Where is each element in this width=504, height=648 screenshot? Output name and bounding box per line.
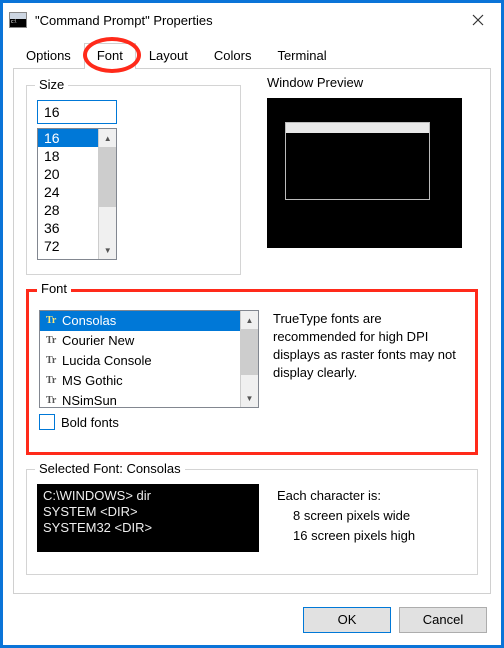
size-option[interactable]: 28 <box>38 201 98 219</box>
truetype-icon: Tr <box>46 352 60 370</box>
scroll-thumb[interactable] <box>99 147 116 207</box>
tab-terminal[interactable]: Terminal <box>264 43 339 68</box>
font-description: TrueType fonts are recommended for high … <box>273 310 465 408</box>
scroll-thumb[interactable] <box>241 329 258 375</box>
font-name: Lucida Console <box>62 352 152 370</box>
size-group-label: Size <box>35 77 68 92</box>
font-name: Consolas <box>62 312 116 330</box>
close-button[interactable] <box>455 3 501 37</box>
scroll-down-icon[interactable]: ▼ <box>241 389 258 407</box>
char-desc-heading: Each character is: <box>277 486 415 506</box>
font-group-label: Font <box>37 281 71 296</box>
size-option[interactable]: 72 <box>38 237 98 255</box>
window-preview-label: Window Preview <box>267 75 478 90</box>
selected-font-group: Selected Font: Consolas C:\WINDOWS> dir … <box>26 469 478 575</box>
tab-layout[interactable]: Layout <box>136 43 201 68</box>
window-frame: "Command Prompt" Properties Options Font… <box>0 0 504 648</box>
font-sample-preview: C:\WINDOWS> dir SYSTEM <DIR> SYSTEM32 <D… <box>37 484 259 552</box>
sample-line: SYSTEM <DIR> <box>43 504 253 520</box>
size-group: Size 16 18 20 24 28 36 72 ▲ <box>26 85 241 275</box>
sample-line: SYSTEM32 <DIR> <box>43 520 253 536</box>
char-width: 8 screen pixels wide <box>277 506 415 526</box>
truetype-icon: Tr <box>46 332 60 350</box>
char-height: 16 screen pixels high <box>277 526 415 546</box>
size-option[interactable]: 24 <box>38 183 98 201</box>
size-option[interactable]: 20 <box>38 165 98 183</box>
tab-colors[interactable]: Colors <box>201 43 265 68</box>
app-icon <box>9 12 27 28</box>
selected-font-label: Selected Font: Consolas <box>35 461 185 476</box>
sample-line: C:\WINDOWS> dir <box>43 488 253 504</box>
window-preview-section: Window Preview <box>267 79 478 275</box>
size-scrollbar[interactable]: ▲ ▼ <box>98 129 116 259</box>
cancel-button[interactable]: Cancel <box>399 607 487 633</box>
bold-fonts-checkbox[interactable]: Bold fonts <box>39 414 465 430</box>
font-scrollbar[interactable]: ▲ ▼ <box>240 311 258 407</box>
font-name: Courier New <box>62 332 134 350</box>
scroll-up-icon[interactable]: ▲ <box>99 129 116 147</box>
window-preview-sample <box>285 122 430 200</box>
character-size-info: Each character is: 8 screen pixels wide … <box>277 484 415 552</box>
size-input[interactable] <box>37 100 117 124</box>
font-name: MS Gothic <box>62 372 123 390</box>
bold-fonts-label: Bold fonts <box>61 415 119 430</box>
tab-font[interactable]: Font <box>84 43 136 69</box>
checkbox-icon <box>39 414 55 430</box>
font-group: Font TrConsolas TrCourier New TrLucida C… <box>26 289 478 455</box>
font-listbox[interactable]: TrConsolas TrCourier New TrLucida Consol… <box>39 310 259 408</box>
size-listbox[interactable]: 16 18 20 24 28 36 72 ▲ ▼ <box>37 128 117 260</box>
size-option[interactable]: 16 <box>38 129 98 147</box>
window-title: "Command Prompt" Properties <box>35 13 455 28</box>
truetype-icon: Tr <box>46 372 60 390</box>
tab-options[interactable]: Options <box>13 43 84 68</box>
scroll-down-icon[interactable]: ▼ <box>99 241 116 259</box>
font-option[interactable]: TrCourier New <box>40 331 240 351</box>
font-option[interactable]: TrNSimSun <box>40 391 240 407</box>
tab-panel-font: Size 16 18 20 24 28 36 72 ▲ <box>13 69 491 594</box>
titlebar[interactable]: "Command Prompt" Properties <box>3 3 501 37</box>
scroll-up-icon[interactable]: ▲ <box>241 311 258 329</box>
truetype-icon: Tr <box>46 312 60 330</box>
font-option[interactable]: TrConsolas <box>40 311 240 331</box>
size-option[interactable]: 18 <box>38 147 98 165</box>
size-option[interactable]: 36 <box>38 219 98 237</box>
dialog-buttons: OK Cancel <box>303 607 487 633</box>
ok-button[interactable]: OK <box>303 607 391 633</box>
font-option[interactable]: TrLucida Console <box>40 351 240 371</box>
tab-strip: Options Font Layout Colors Terminal <box>13 43 491 69</box>
font-name: NSimSun <box>62 392 117 407</box>
window-preview <box>267 98 462 248</box>
font-option[interactable]: TrMS Gothic <box>40 371 240 391</box>
truetype-icon: Tr <box>46 392 60 407</box>
